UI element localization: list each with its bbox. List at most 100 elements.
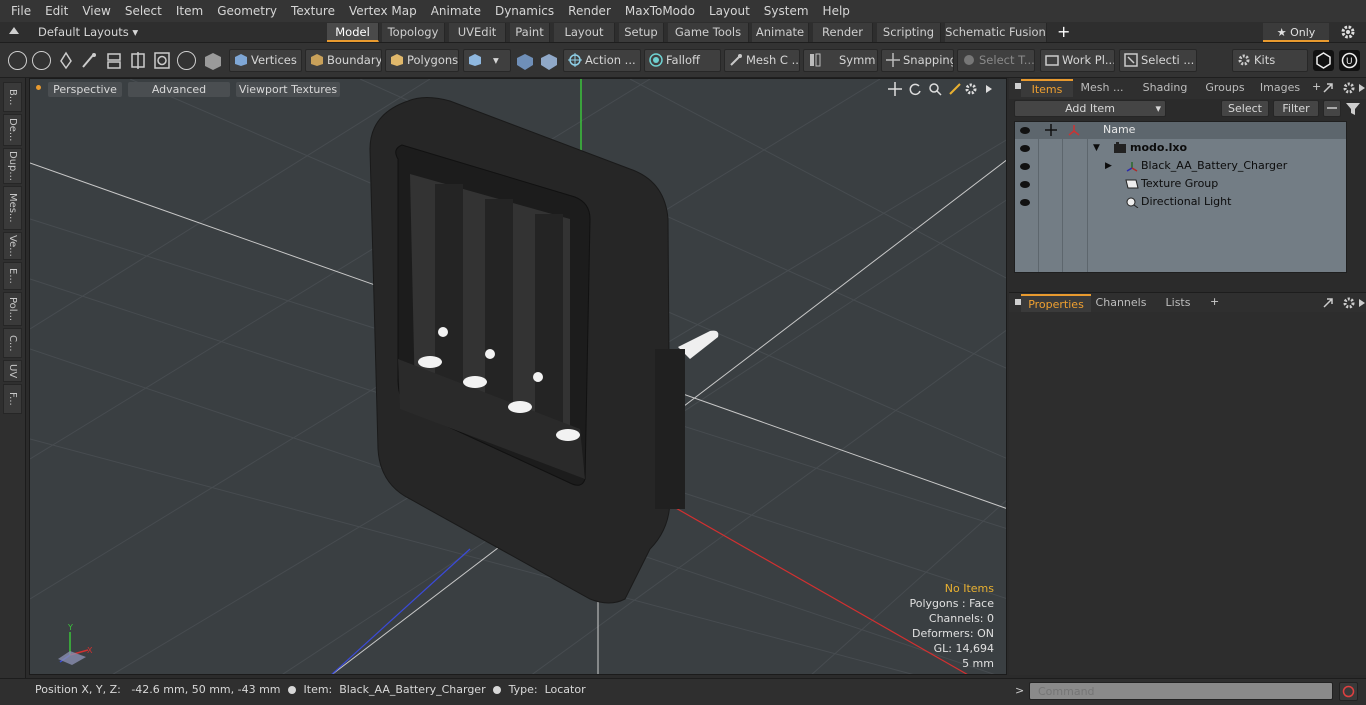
funnel-icon[interactable] — [1345, 101, 1361, 117]
render-header-icon[interactable] — [1068, 124, 1080, 136]
mirror-icon[interactable] — [129, 51, 147, 70]
left-tab-4[interactable]: Ve... — [3, 232, 22, 260]
3d-viewport[interactable]: Perspective Advanced Viewport Textures N… — [29, 78, 1007, 675]
record-button[interactable] — [1339, 682, 1358, 701]
item-row[interactable]: Texture Group — [1015, 175, 1346, 193]
mesh-constraints-button[interactable]: Mesh C ... — [724, 49, 800, 72]
left-tab-7[interactable]: C... — [3, 328, 22, 358]
menu-animate[interactable]: Animate — [424, 0, 488, 22]
visibility-header-icon[interactable] — [1020, 127, 1030, 134]
globe-icon[interactable] — [32, 51, 51, 70]
viewport-expand-icon[interactable] — [984, 82, 994, 96]
add-layout-tab-button[interactable]: + — [1057, 22, 1070, 41]
items-tab-3[interactable]: Groups — [1201, 79, 1249, 97]
gear-icon[interactable] — [1340, 24, 1356, 40]
items-tab-4[interactable]: Images — [1253, 79, 1307, 97]
menu-render[interactable]: Render — [561, 0, 618, 22]
add-item-button[interactable]: Add Item ▾ — [1014, 100, 1166, 117]
kits-button[interactable]: Kits — [1232, 49, 1308, 72]
properties-arrow-icon[interactable] — [1358, 296, 1366, 310]
collapse-toggle-button[interactable] — [1323, 100, 1341, 117]
symmetry-button[interactable]: Symm ... — [803, 49, 878, 72]
unreal-icon[interactable]: U — [1339, 50, 1360, 71]
tab-animate[interactable]: Animate — [752, 23, 809, 42]
zoom-view-icon[interactable] — [928, 82, 942, 96]
menu-select[interactable]: Select — [118, 0, 169, 22]
menu-system[interactable]: System — [757, 0, 816, 22]
unity-icon[interactable] — [1313, 50, 1334, 71]
selection-sets-button[interactable]: Selecti ... — [1119, 49, 1197, 72]
add-items-tab-button[interactable]: + — [1312, 80, 1321, 93]
tab-topology[interactable]: Topology — [382, 23, 445, 42]
properties-tab-properties[interactable]: Properties — [1021, 294, 1091, 312]
tab-layout[interactable]: Layout — [554, 23, 615, 42]
menu-maxtomodo[interactable]: MaxToModo — [618, 0, 702, 22]
items-panel-expand-icon[interactable] — [1321, 81, 1335, 95]
name-column-header[interactable]: Name — [1103, 123, 1135, 136]
menu-geometry[interactable]: Geometry — [210, 0, 284, 22]
add-properties-tab-button[interactable]: + — [1210, 295, 1219, 308]
move-view-icon[interactable] — [888, 82, 902, 96]
only-toggle[interactable]: ★ Only — [1263, 23, 1329, 42]
menu-edit[interactable]: Edit — [38, 0, 75, 22]
left-tab-1[interactable]: De... — [3, 114, 22, 146]
boundary-button[interactable]: Boundary — [305, 49, 382, 72]
perspective-button[interactable]: Perspective — [48, 82, 122, 97]
item-row[interactable]: ▶ Black_AA_Battery_Charger — [1015, 157, 1346, 175]
menu-texture[interactable]: Texture — [284, 0, 342, 22]
menu-vertex-map[interactable]: Vertex Map — [342, 0, 424, 22]
falloff-button[interactable]: Falloff — [644, 49, 721, 72]
brush-icon[interactable] — [80, 51, 98, 70]
shield-icon[interactable] — [516, 53, 534, 71]
rotate-view-icon[interactable] — [908, 82, 922, 96]
select-circle-icon[interactable] — [8, 51, 27, 70]
items-tab-0[interactable]: Items — [1021, 79, 1073, 97]
properties-settings-icon[interactable] — [1342, 296, 1356, 310]
left-tab-2[interactable]: Dup... — [3, 148, 22, 184]
select-through-button[interactable]: Select T... — [957, 49, 1035, 72]
snapping-button[interactable]: Snapping — [881, 49, 954, 72]
left-tab-9[interactable]: F... — [3, 384, 22, 414]
tab-scripting[interactable]: Scripting — [877, 23, 941, 42]
tab-game-tools[interactable]: Game Tools — [668, 23, 749, 42]
eye-icon[interactable] — [1020, 163, 1030, 170]
item-row[interactable]: Directional Light — [1015, 193, 1346, 211]
command-input[interactable] — [1029, 682, 1333, 700]
select-button[interactable]: Select — [1221, 100, 1269, 117]
layout-selector[interactable]: Default Layouts ▾ — [38, 25, 138, 39]
item-mode-dropdown[interactable]: ▾ — [463, 49, 511, 72]
tab-paint[interactable]: Paint — [510, 23, 550, 42]
menu-layout[interactable]: Layout — [702, 0, 757, 22]
eye-icon[interactable] — [1020, 145, 1030, 152]
shield-check-icon[interactable] — [540, 53, 558, 71]
tab-uvedit[interactable]: UVEdit — [449, 23, 506, 42]
properties-tab-lists[interactable]: Lists — [1153, 294, 1203, 312]
items-tab-2[interactable]: Shading — [1131, 79, 1199, 97]
left-tab-3[interactable]: Mes... — [3, 186, 22, 230]
viewport-menu-dot[interactable] — [36, 85, 41, 90]
viewport-textures-button[interactable]: Viewport Textures — [236, 82, 340, 97]
left-tab-6[interactable]: Pol... — [3, 292, 22, 326]
viewport-settings-icon[interactable] — [964, 82, 978, 96]
shaded-box-icon[interactable] — [203, 51, 223, 71]
items-panel-arrow-icon[interactable] — [1358, 81, 1366, 95]
left-tab-5[interactable]: E... — [3, 262, 22, 290]
filter-button[interactable]: Filter — [1273, 100, 1319, 117]
work-plane-button[interactable]: Work Pl... — [1040, 49, 1115, 72]
properties-tab-channels[interactable]: Channels — [1093, 294, 1149, 312]
maximize-view-icon[interactable] — [948, 82, 962, 96]
item-row[interactable]: ▼ modo.lxo — [1015, 139, 1346, 157]
menu-view[interactable]: View — [75, 0, 117, 22]
tab-schematic-fusion[interactable]: Schematic Fusion — [945, 23, 1047, 42]
eye-icon[interactable] — [1020, 199, 1030, 206]
tab-render[interactable]: Render — [813, 23, 873, 42]
bevel-icon[interactable] — [153, 51, 171, 70]
lathe-icon[interactable] — [177, 51, 196, 70]
expand-right-icon[interactable]: ▶ — [1105, 157, 1112, 175]
vertices-button[interactable]: Vertices — [229, 49, 302, 72]
tab-setup[interactable]: Setup — [619, 23, 664, 42]
menu-item[interactable]: Item — [169, 0, 210, 22]
eye-icon[interactable] — [1020, 181, 1030, 188]
pen-tool-icon[interactable] — [57, 51, 75, 70]
left-tab-0[interactable]: B... — [3, 82, 22, 112]
